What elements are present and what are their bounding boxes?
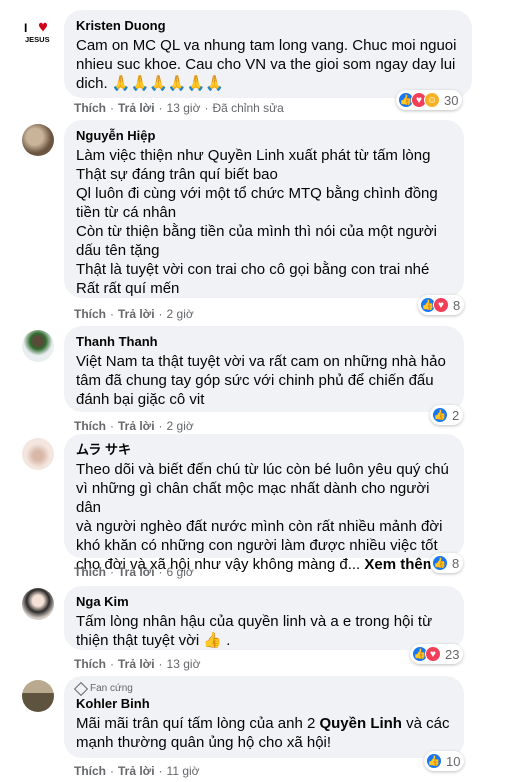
like-link[interactable]: Thích	[74, 764, 106, 778]
like-reaction-icon: 👍	[426, 753, 442, 769]
comment-text: Cam on MC QL va nhung tam long vang. Chu…	[76, 37, 457, 92]
comment-text: Mãi mãi trân quí tấm lòng của anh 2 Quyề…	[76, 714, 452, 752]
avatar[interactable]	[22, 124, 54, 156]
comment-actions: Thích · Trả lời · 13 giờ	[74, 657, 201, 671]
diamond-icon	[73, 681, 89, 697]
comment-time[interactable]: 11 giờ	[167, 764, 200, 778]
comment-time[interactable]: 2 giờ	[167, 307, 194, 321]
comment-author[interactable]: Nguyễn Hiệp	[76, 127, 452, 144]
reaction-count: 2	[452, 407, 460, 423]
comment-text-body: Mãi mãi trân quí tấm lòng của anh 2	[76, 715, 320, 732]
comment-time[interactable]: 13 giờ	[167, 657, 201, 671]
profile-photo-icon	[22, 588, 54, 620]
reaction-count: 10	[446, 753, 461, 769]
reply-link[interactable]: Trả lời	[118, 565, 155, 579]
reaction-summary[interactable]: 👍 ♥ 23	[410, 644, 464, 664]
comment-author[interactable]: Kristen Duong	[76, 17, 460, 34]
reaction-summary[interactable]: 👍 2	[430, 405, 464, 425]
love-reaction-icon: ♥	[425, 646, 441, 662]
avatar[interactable]	[22, 438, 54, 470]
comment-time[interactable]: 2 giờ	[167, 419, 194, 433]
reaction-summary[interactable]: 👍 10	[424, 751, 465, 771]
svg-text:JESUS: JESUS	[25, 35, 50, 44]
comment-text: Tấm lòng nhân hậu của quyền linh và a e …	[76, 613, 433, 649]
avatar[interactable]	[22, 680, 54, 712]
reaction-count: 23	[445, 646, 460, 662]
i-love-jesus-logo-icon: I JESUS	[24, 21, 50, 44]
reply-link[interactable]: Trả lời	[118, 419, 155, 433]
comment-actions: Thích · Trả lời · 11 giờ	[74, 764, 200, 778]
comment-author[interactable]: ムラ サキ	[76, 441, 452, 458]
reply-link[interactable]: Trả lời	[118, 764, 155, 778]
comment-time[interactable]: 6 giờ	[167, 565, 194, 579]
reaction-count: 8	[452, 555, 460, 571]
like-link[interactable]: Thích	[74, 307, 106, 321]
comment-bubble: Thanh Thanh Việt Nam ta thật tuyệt vời v…	[64, 326, 464, 412]
comment-bubble: Nguyễn Hiệp Làm việc thiện như Quyền Lin…	[64, 120, 464, 298]
comment-bubble: Fan cứng Kohler Binh Mãi mãi trân quí tấ…	[64, 676, 464, 758]
comment-text: Làm việc thiện như Quyền Linh xuất phát …	[76, 147, 438, 297]
profile-photo-icon	[22, 124, 54, 156]
like-link[interactable]: Thích	[74, 565, 106, 579]
reply-link[interactable]: Trả lời	[118, 657, 155, 671]
comment-bubble: Nga Kim Tấm lòng nhân hậu của quyền linh…	[64, 586, 464, 650]
love-reaction-icon: ♥	[433, 297, 449, 313]
profile-photo-icon	[22, 680, 54, 712]
like-link[interactable]: Thích	[74, 657, 106, 671]
like-link[interactable]: Thích	[74, 101, 106, 115]
comment-author[interactable]: Kohler Binh	[76, 695, 452, 712]
comment-text: Theo dõi và biết đến chú từ lúc còn bé l…	[76, 460, 452, 574]
care-reaction-icon: ☺	[424, 92, 440, 108]
like-reaction-icon: 👍	[432, 555, 448, 571]
comment-text: Việt Nam ta thật tuyệt vời va rất cam on…	[76, 353, 446, 408]
reaction-summary[interactable]: 👍 ♥ ☺ 30	[396, 90, 463, 110]
comment-time[interactable]: 13 giờ	[167, 101, 201, 115]
profile-photo-icon	[22, 330, 54, 362]
see-more-link[interactable]: Xem thêm	[364, 556, 436, 573]
reaction-summary[interactable]: 👍 8	[430, 553, 464, 573]
reply-link[interactable]: Trả lời	[118, 307, 155, 321]
comment-bubble: Kristen Duong Cam on MC QL va nhung tam …	[64, 10, 472, 98]
comment-actions: Thích · Trả lời · 2 giờ	[74, 307, 194, 321]
comment-actions: Thích · Trả lời · 13 giờ · Đã chỉnh sửa	[74, 101, 284, 115]
avatar[interactable]: I JESUS	[22, 16, 54, 48]
fan-badge-label: Fan cứng	[90, 683, 133, 694]
reaction-summary[interactable]: 👍 ♥ 8	[418, 295, 465, 315]
reaction-count: 8	[453, 297, 461, 313]
like-link[interactable]: Thích	[74, 419, 106, 433]
reaction-count: 30	[444, 92, 459, 108]
fan-badge: Fan cứng	[73, 681, 452, 697]
edited-label: Đã chỉnh sửa	[212, 101, 284, 115]
reply-link[interactable]: Trả lời	[118, 101, 155, 115]
svg-text:I: I	[24, 21, 27, 35]
comment-bubble: ムラ サキ Theo dõi và biết đến chú từ lúc cò…	[64, 434, 464, 573]
profile-photo-icon	[22, 438, 54, 470]
comment-author[interactable]: Thanh Thanh	[76, 333, 452, 350]
mention-link[interactable]: Quyền Linh	[319, 715, 402, 732]
comment-actions: Thích · Trả lời · 6 giờ	[74, 565, 194, 579]
like-reaction-icon: 👍	[432, 407, 448, 423]
comment-actions: Thích · Trả lời · 2 giờ	[74, 419, 194, 433]
avatar[interactable]	[22, 588, 54, 620]
comment-author[interactable]: Nga Kim	[76, 593, 452, 610]
avatar[interactable]	[22, 330, 54, 362]
